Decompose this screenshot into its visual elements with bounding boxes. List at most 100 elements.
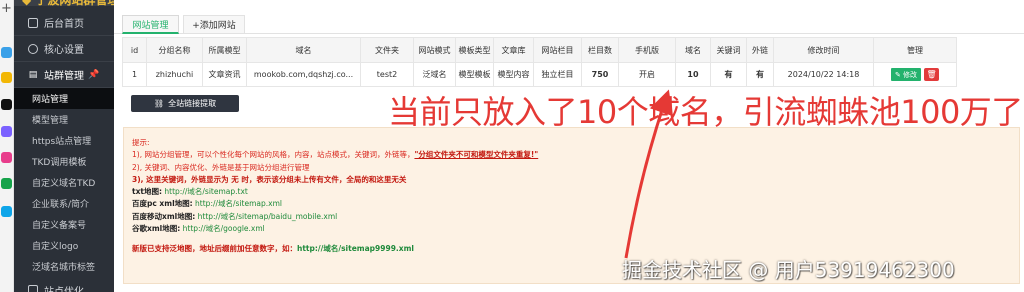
cell-folder: test2	[360, 62, 414, 87]
browser-app-icon[interactable]	[1, 206, 12, 217]
sitemap-baidu-mobile: 百度移动xml地图: http://域名/sitemap/baidu_mobil…	[132, 211, 1011, 223]
annotation-text: 当前只放入了10个域名，引流蜘蛛池100万了	[388, 93, 1023, 131]
cell-column-count: 750	[581, 62, 619, 87]
col-header[interactable]: 域名	[675, 37, 711, 63]
sitemap-label: txt地图:	[132, 187, 163, 197]
sidebar-item-tkd-template[interactable]: TKD调用模板	[14, 151, 114, 172]
pin-icon: 📌	[88, 69, 100, 80]
sitemap-label: 百度pc xml地图:	[132, 199, 193, 209]
cell-domain: mookob.com,dqshzj.co...	[246, 62, 361, 87]
col-header[interactable]: 外链	[746, 37, 774, 63]
sidebar-item-custom-logo[interactable]: 自定义logo	[14, 235, 114, 256]
col-header[interactable]: 手机版	[618, 37, 676, 63]
tips-footer-url[interactable]: http://域名/sitemap9999.xml	[297, 244, 414, 253]
cell-template-link[interactable]: 模型模板	[455, 62, 494, 87]
nav-site-group-label: 站群管理	[44, 71, 84, 82]
nav-site-group[interactable]: ▤ 站群管理 📌	[14, 62, 114, 88]
delete-button[interactable]: 🗑	[924, 67, 940, 81]
sidebar-item-company-contact[interactable]: 企业联系/简介	[14, 193, 114, 214]
monitor-icon	[28, 17, 38, 28]
tips-line-1-warning: "分组文件夹不可和模型文件夹重复!"	[414, 150, 539, 160]
cell-modified-time: 2024/10/22 14:18	[773, 62, 874, 87]
browser-app-icon[interactable]	[1, 126, 12, 137]
cell-domain-count: 10	[675, 62, 711, 87]
nav-site-optimize-label: 站点优化	[44, 286, 84, 292]
sitemap-google: 谷歌xml地图: http://域名/google.xml	[132, 223, 1011, 235]
nav-home[interactable]: 后台首页	[14, 10, 114, 36]
col-header[interactable]: 关键词	[710, 37, 747, 63]
brand-title: ◆ 宁波网站群管理系统	[22, 0, 114, 7]
link-icon: ⛓	[153, 99, 165, 108]
sidebar-item-custom-icp[interactable]: 自定义备案号	[14, 214, 114, 235]
table-row: 1 zhizhuchi 文章资讯 mookob.com,dqshzj.co...…	[122, 62, 957, 87]
browser-star-icon[interactable]	[1, 72, 12, 83]
col-header[interactable]: 栏目数	[581, 37, 619, 63]
col-header[interactable]: 修改时间	[773, 37, 874, 63]
screenshot-root: + ◆ 宁波网站群管理系统 后台首页 核心设置 ▤ 站群管理 📌 网站管理 模型…	[0, 0, 1024, 292]
col-header[interactable]: 网站模式	[413, 37, 456, 63]
tab-site-management[interactable]: 网站管理	[122, 15, 179, 34]
stack-icon: ▤	[28, 69, 38, 80]
browser-app-icon[interactable]	[1, 178, 12, 189]
sitemap-url[interactable]: http://域名/google.xml	[183, 224, 265, 233]
new-tab-icon[interactable]: +	[1, 2, 12, 15]
sitemap-baidu-pc: 百度pc xml地图: http://域名/sitemap.xml	[132, 198, 1011, 210]
extract-links-button[interactable]: ⛓ 全站链接提取	[131, 95, 239, 112]
cell-id: 1	[122, 62, 147, 87]
nav-core-settings-label: 核心设置	[44, 45, 84, 56]
browser-chat-icon[interactable]	[1, 99, 12, 110]
cell-mobile-status: 开启	[618, 62, 676, 87]
edit-button[interactable]: ✎ 修改	[890, 68, 922, 82]
nav-site-optimize[interactable]: 站点优化	[14, 282, 114, 292]
col-header[interactable]: 所属模型	[202, 37, 247, 63]
sitemap-url[interactable]: http://域名/sitemap.txt	[164, 187, 247, 196]
extract-links-label: 全站链接提取	[168, 99, 217, 108]
browser-app-icon[interactable]	[1, 152, 12, 163]
col-header[interactable]: 模板类型	[455, 37, 494, 63]
tips-line-1-text: 1), 网站分组管理，可以个性化每个网站的风格，内容，站点模式，关键词，外链等，	[132, 150, 415, 160]
sidebar-item-https[interactable]: https站点管理	[14, 130, 114, 151]
browser-side-strip: +	[0, 0, 14, 292]
cell-group: zhizhuchi	[146, 62, 203, 87]
col-header[interactable]: 文件夹	[360, 37, 414, 63]
sidebar-item-custom-domain-tkd[interactable]: 自定义域名TKD	[14, 172, 114, 193]
cell-model: 文章资讯	[202, 62, 247, 87]
sitemap-txt: txt地图: http://域名/sitemap.txt	[132, 186, 1011, 198]
tab-add-site[interactable]: +添加网站	[183, 15, 245, 34]
sidebar-item-city-tags[interactable]: 泛域名城市标签	[14, 256, 114, 277]
cell-keywords-link[interactable]: 有	[710, 62, 747, 87]
main-content: 网站管理 +添加网站 id 分组名称 所属模型 域名 文件夹 网站模式 模板类型…	[114, 0, 1024, 292]
tab-bar: 网站管理 +添加网站	[114, 12, 1024, 34]
sidebar-item-model-management[interactable]: 模型管理	[14, 109, 114, 130]
watermark: 掘金技术社区 @ 用户53919462300	[622, 258, 955, 282]
col-header[interactable]: 网站栏目	[533, 37, 582, 63]
nav-home-label: 后台首页	[44, 19, 84, 30]
tips-line-3: 3), 这里关键词，外链显示为 无 时，表示该分组未上传有文件，全局的和这里无关	[132, 174, 407, 184]
cell-mode: 泛域名	[413, 62, 456, 87]
table-header-row: id 分组名称 所属模型 域名 文件夹 网站模式 模板类型 文章库 网站栏目 栏…	[122, 37, 957, 63]
browser-app-icon[interactable]	[1, 47, 12, 58]
sitemap-label: 谷歌xml地图:	[132, 224, 181, 234]
tips-title: 提示:	[132, 138, 150, 147]
col-header[interactable]: id	[122, 37, 147, 63]
cell-column-link[interactable]: 独立栏目	[533, 62, 582, 87]
cell-library-link[interactable]: 模型内容	[493, 62, 534, 87]
col-header: 管理	[873, 37, 957, 63]
sitemap-url[interactable]: http://域名/sitemap/baidu_mobile.xml	[198, 212, 338, 221]
cell-actions: ✎ 修改 🗑	[873, 62, 957, 87]
sitemap-url[interactable]: http://域名/sitemap.xml	[195, 199, 282, 208]
tips-line-2: 2), 关键词、内容优化、外链是基于网站分组进行管理	[132, 162, 310, 172]
gear-icon	[28, 43, 38, 54]
cell-links-link[interactable]: 有	[746, 62, 774, 87]
tips-line-1: 1), 网站分组管理，可以个性化每个网站的风格，内容，站点模式，关键词，外链等，…	[132, 149, 1011, 161]
col-header[interactable]: 域名	[246, 37, 361, 63]
col-header[interactable]: 分组名称	[146, 37, 203, 63]
site-table: id 分组名称 所属模型 域名 文件夹 网站模式 模板类型 文章库 网站栏目 栏…	[122, 37, 957, 87]
tips-footer-text: 新版已支持泛地图，地址后缀前加任意数字，如：	[132, 244, 297, 254]
col-header[interactable]: 文章库	[493, 37, 534, 63]
sidebar-item-site-management[interactable]: 网站管理	[14, 88, 114, 109]
nav-core-settings[interactable]: 核心设置	[14, 36, 114, 62]
admin-sidebar: ◆ 宁波网站群管理系统 后台首页 核心设置 ▤ 站群管理 📌 网站管理 模型管理…	[14, 0, 114, 292]
sitemap-label: 百度移动xml地图:	[132, 211, 196, 221]
